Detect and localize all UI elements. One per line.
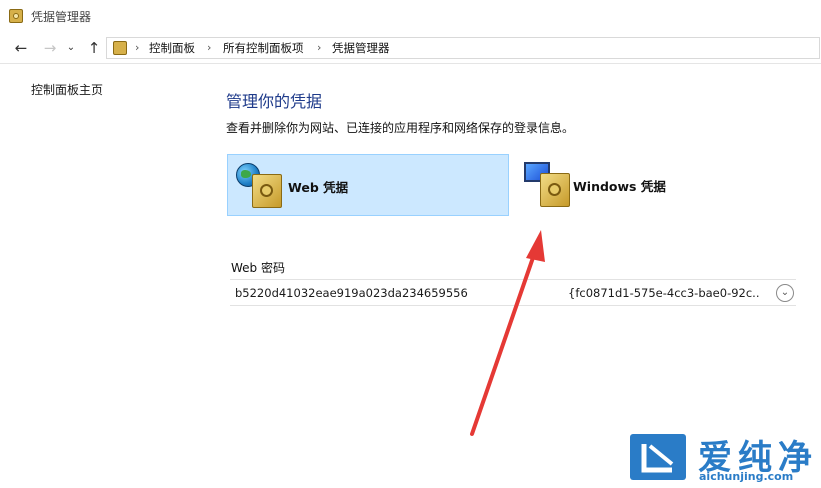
annotation-arrow xyxy=(470,230,545,436)
watermark: 爱纯净 aichunjing.com xyxy=(628,430,818,486)
watermark-url: aichunjing.com xyxy=(699,470,794,483)
watermark-logo xyxy=(630,434,686,480)
arrow-shaft xyxy=(470,244,539,436)
arrow-head xyxy=(526,230,545,262)
